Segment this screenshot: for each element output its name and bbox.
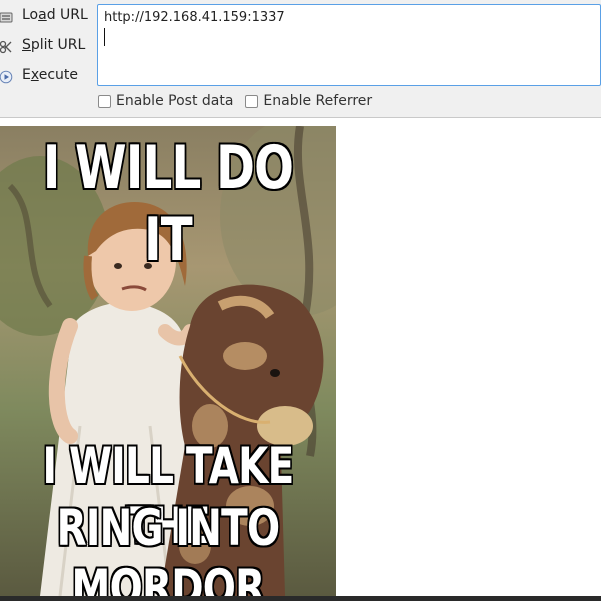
- enable-post-data-label: Enable Post data: [116, 93, 234, 109]
- enable-referrer-label: Enable Referrer: [263, 93, 373, 109]
- enable-post-data-checkbox[interactable]: [98, 94, 111, 108]
- split-url-button[interactable]: Split URL: [0, 32, 95, 62]
- meme-bottom-text-line-2: RING INTO: [56, 499, 280, 557]
- enable-referrer-option[interactable]: Enable Referrer: [245, 93, 372, 109]
- text-caret: [104, 28, 105, 46]
- execute-label: Execute: [22, 67, 79, 83]
- hackbar-side-buttons: Load URL Split URL Execute: [0, 2, 95, 92]
- split-url-label: Split URL: [22, 37, 86, 53]
- load-url-button[interactable]: Load URL: [0, 2, 95, 32]
- load-url-label: Load URL: [22, 7, 88, 23]
- url-text: http://192.168.41.159:1337: [104, 10, 285, 25]
- execute-button[interactable]: Execute: [0, 62, 95, 92]
- bottom-edge-bar: [0, 596, 601, 601]
- load-url-icon: [0, 12, 13, 23]
- url-textarea[interactable]: http://192.168.41.159:1337: [97, 4, 601, 86]
- hackbar-toolbar: Load URL Split URL Execute http://192.16…: [0, 0, 601, 118]
- split-url-icon: [0, 40, 12, 54]
- meme-bottom-text-line-3: MORDOR: [71, 559, 266, 596]
- meme-image: I WILL DO IT I WILL TAKE THE RING INTO M…: [0, 126, 336, 596]
- enable-post-data-option[interactable]: Enable Post data: [98, 93, 233, 109]
- enable-referrer-checkbox[interactable]: [245, 94, 259, 108]
- meme-top-text: I WILL DO IT: [42, 133, 294, 275]
- execute-icon: [0, 70, 13, 84]
- options-row: Enable Post data Enable Referrer: [98, 93, 384, 109]
